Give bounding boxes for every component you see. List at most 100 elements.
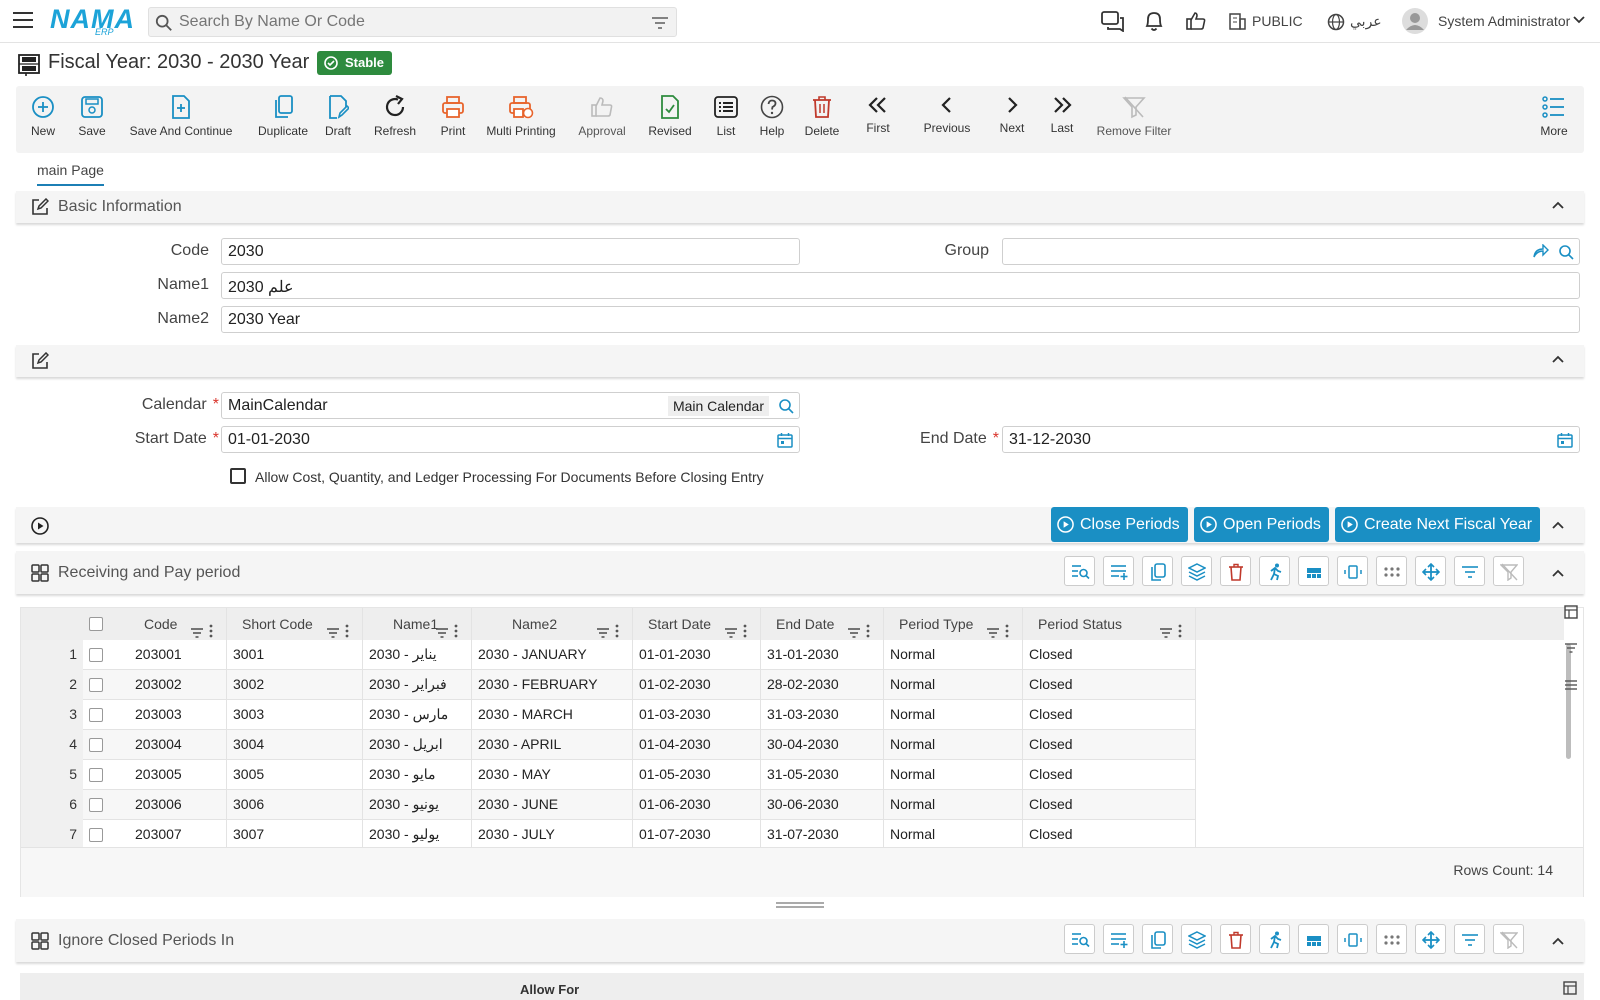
grid-delete-button[interactable] xyxy=(1220,924,1251,954)
table-row[interactable]: 7 203007 3007 2030 - يوليو 2030 - JULY 01-07-… xyxy=(21,820,1196,847)
search-box[interactable] xyxy=(148,7,677,37)
chevron-up-icon[interactable] xyxy=(1552,569,1564,577)
refresh-button[interactable]: Refresh xyxy=(372,86,418,153)
menu-icon[interactable] xyxy=(13,12,33,30)
grid-fit-button[interactable] xyxy=(1337,556,1368,586)
column-header[interactable]: Period Status xyxy=(1023,608,1196,640)
notification-bell-icon[interactable] xyxy=(1143,10,1165,32)
grid-options-button[interactable] xyxy=(1376,924,1407,954)
help-button[interactable]: Help xyxy=(756,86,788,153)
select-all-checkbox[interactable] xyxy=(89,617,103,631)
table-row[interactable]: 6 203006 3006 2030 - يونيو 2030 - JUNE 01-06-… xyxy=(21,790,1196,820)
grid-copy-button[interactable] xyxy=(1142,924,1173,954)
grid-search-button[interactable] xyxy=(1064,924,1095,954)
section-resize-handle[interactable] xyxy=(776,902,824,908)
grid-clear-filter-button[interactable] xyxy=(1493,924,1524,954)
row-checkbox[interactable] xyxy=(89,648,103,662)
columns-icon[interactable] xyxy=(1564,605,1578,619)
calendar-field[interactable]: MainCalendar Main Calendar xyxy=(221,392,800,419)
end-date-field[interactable]: 31-12-2030 xyxy=(1002,426,1580,453)
approval-button[interactable]: Approval xyxy=(576,86,628,153)
list-button[interactable]: List xyxy=(710,86,742,153)
group-field[interactable] xyxy=(1002,238,1580,265)
draft-button[interactable]: Draft xyxy=(322,86,354,153)
row-checkbox[interactable] xyxy=(89,828,103,842)
create-next-fiscal-year-button[interactable]: Create Next Fiscal Year xyxy=(1335,507,1541,542)
grid-layout-button[interactable] xyxy=(1298,556,1329,586)
globe-icon[interactable] xyxy=(1327,13,1345,31)
search-icon[interactable] xyxy=(778,398,794,414)
grid-search-button[interactable] xyxy=(1064,556,1095,586)
grid-add-row-button[interactable] xyxy=(1103,556,1134,586)
last-button[interactable]: Last xyxy=(1046,86,1078,153)
first-button[interactable]: First xyxy=(860,86,896,153)
next-button[interactable]: Next xyxy=(996,86,1028,153)
print-button[interactable]: Print xyxy=(436,86,470,153)
grid-move-button[interactable] xyxy=(1415,924,1446,954)
grid-move-button[interactable] xyxy=(1415,556,1446,586)
column-header[interactable]: Name2 xyxy=(472,608,633,640)
table-row[interactable]: 1 203001 3001 2030 - يناير 2030 - JANUARY 01-… xyxy=(21,640,1196,670)
dates-section-header[interactable] xyxy=(16,345,1584,377)
more-button[interactable]: More xyxy=(1536,86,1572,153)
chevron-up-icon[interactable] xyxy=(1552,201,1564,209)
open-periods-button[interactable]: Open Periods xyxy=(1194,507,1329,542)
user-name[interactable]: System Administrator xyxy=(1438,13,1570,29)
grid-clear-filter-button[interactable] xyxy=(1493,556,1524,586)
new-button[interactable]: New xyxy=(24,86,62,153)
start-date-field[interactable]: 01-01-2030 xyxy=(221,426,800,453)
grid-layers-button[interactable] xyxy=(1181,556,1212,586)
row-checkbox[interactable] xyxy=(89,708,103,722)
column-header[interactable]: Period Type xyxy=(884,608,1023,640)
grid-delete-button[interactable] xyxy=(1220,556,1251,586)
avatar[interactable] xyxy=(1402,8,1428,34)
revised-button[interactable]: Revised xyxy=(646,86,694,153)
grid-fit-button[interactable] xyxy=(1337,924,1368,954)
basic-information-header[interactable]: Basic Information xyxy=(16,191,1584,223)
chevron-up-icon[interactable] xyxy=(1552,355,1564,363)
menu-lines-icon[interactable] xyxy=(1564,679,1578,691)
remove-filter-button[interactable]: Remove Filter xyxy=(1094,86,1174,153)
calendar-icon[interactable] xyxy=(1557,432,1573,448)
row-checkbox[interactable] xyxy=(89,768,103,782)
vertical-scrollbar[interactable] xyxy=(1566,644,1571,759)
search-input[interactable] xyxy=(179,12,619,32)
column-header[interactable]: Short Code xyxy=(227,608,363,640)
language-switch[interactable]: عربي xyxy=(1350,13,1382,30)
chevron-down-icon[interactable] xyxy=(1573,16,1585,24)
grid-filter-button[interactable] xyxy=(1454,556,1485,586)
chevron-up-icon[interactable] xyxy=(1552,937,1564,945)
grid-options-button[interactable] xyxy=(1376,556,1407,586)
row-checkbox[interactable] xyxy=(89,678,103,692)
column-header[interactable]: Code xyxy=(129,608,227,640)
table-row[interactable]: 3 203003 3003 2030 - مارس 2030 - MARCH 01-03-… xyxy=(21,700,1196,730)
chat-icon[interactable] xyxy=(1101,10,1125,32)
tab-main-page[interactable]: main Page xyxy=(37,162,104,186)
table-row[interactable]: 2 203002 3002 2030 - فبراير 2030 - FEBRUARY 0… xyxy=(21,670,1196,700)
row-checkbox[interactable] xyxy=(89,798,103,812)
name2-field[interactable]: 2030 Year xyxy=(221,306,1580,333)
multi-printing-button[interactable]: Multi Printing xyxy=(484,86,558,153)
save-and-continue-button[interactable]: Save And Continue xyxy=(128,86,234,153)
close-periods-button[interactable]: Close Periods xyxy=(1051,507,1188,542)
row-checkbox[interactable] xyxy=(89,738,103,752)
delete-button[interactable]: Delete xyxy=(802,86,842,153)
columns-icon[interactable] xyxy=(1563,981,1577,995)
grid-layers-button[interactable] xyxy=(1181,924,1212,954)
filter-icon[interactable] xyxy=(652,16,668,30)
branch-label[interactable]: PUBLIC xyxy=(1252,13,1303,29)
column-header[interactable]: Name1 xyxy=(363,608,472,640)
grid-copy-button[interactable] xyxy=(1142,556,1173,586)
save-button[interactable]: Save xyxy=(73,86,111,153)
grid-run-button[interactable] xyxy=(1259,556,1290,586)
table-row[interactable]: 5 203005 3005 2030 - مايو 2030 - MAY 01-05-20… xyxy=(21,760,1196,790)
calendar-icon[interactable] xyxy=(777,432,793,448)
filter-icon[interactable] xyxy=(1564,642,1578,654)
column-header[interactable]: Start Date xyxy=(633,608,761,640)
allow-processing-checkbox[interactable] xyxy=(230,468,246,484)
grid-filter-button[interactable] xyxy=(1454,924,1485,954)
search-icon[interactable] xyxy=(1558,244,1574,260)
code-field[interactable]: 2030 xyxy=(221,238,800,265)
table-row[interactable]: 4 203004 3004 2030 - ابريل 2030 - APRIL 01-04… xyxy=(21,730,1196,760)
column-header[interactable]: End Date xyxy=(761,608,884,640)
